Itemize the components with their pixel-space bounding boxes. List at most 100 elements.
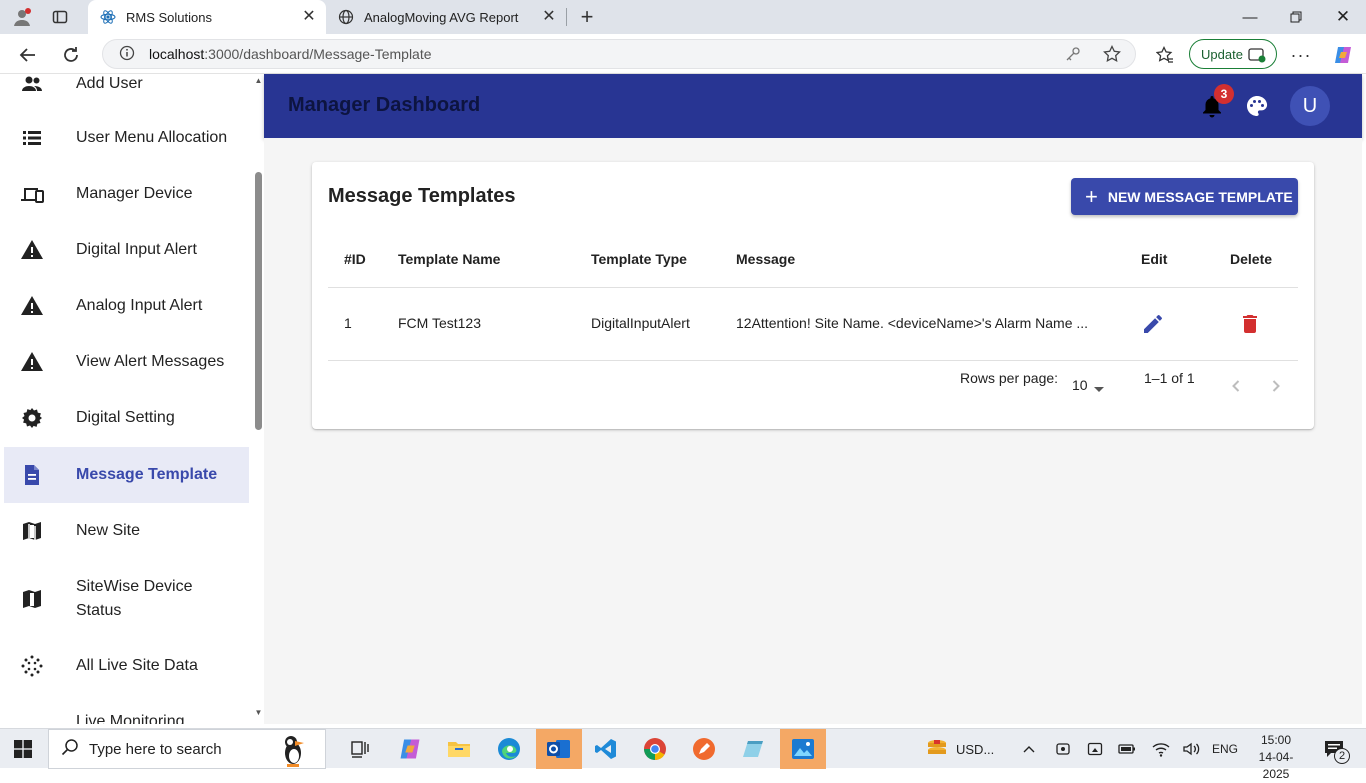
clock[interactable]: 15:00 14-04-2025 [1246, 732, 1306, 783]
sidebar-item-add-user[interactable]: Add User [4, 74, 249, 112]
tab-rms-solutions[interactable]: RMS Solutions ✕ [88, 0, 326, 34]
globe-icon [338, 9, 354, 25]
new-message-template-button[interactable]: + NEW MESSAGE TEMPLATE [1071, 178, 1298, 215]
meet-now-icon[interactable] [1055, 729, 1071, 769]
close-tab-icon[interactable]: ✕ [540, 8, 558, 26]
cell-template-name: FCM Test123 [398, 315, 481, 331]
delete-icon[interactable] [1238, 312, 1262, 341]
rows-per-page-label: Rows per page: [960, 370, 1059, 386]
sidebar-item-label-line2: Status [76, 602, 122, 619]
chrome-icon[interactable] [639, 733, 671, 765]
copilot-taskbar-icon[interactable] [394, 733, 426, 765]
scroll-up-icon[interactable]: ▲ [253, 76, 264, 85]
sidebar-item-view-alert-messages[interactable]: View Alert Messages [4, 334, 249, 390]
battery-icon[interactable] [1118, 729, 1136, 769]
edge-browser-icon[interactable] [493, 733, 525, 765]
column-header-template-name: Template Name [398, 251, 501, 267]
sidebar-item-label: Live Monitoring [76, 713, 185, 724]
sidebar: Add User User Menu Allocation Manager De… [4, 74, 264, 724]
sidebar-item-sitewise-device-status[interactable]: SiteWise Device Status [4, 559, 249, 639]
sidebar-scroll-thumb[interactable] [255, 172, 262, 430]
tab-analog-report[interactable]: AnalogMoving AVG Report ✕ [326, 0, 566, 34]
document-icon [20, 463, 44, 487]
show-hidden-icons[interactable] [1022, 729, 1036, 769]
sidebar-item-user-menu-allocation[interactable]: User Menu Allocation [4, 110, 249, 166]
avatar[interactable]: U [1290, 86, 1330, 126]
sidebar-item-manager-device[interactable]: Manager Device [4, 166, 249, 222]
edit-icon[interactable] [1141, 312, 1165, 341]
tab-title: RMS Solutions [126, 9, 212, 25]
notepad-app-icon[interactable] [737, 733, 769, 765]
url-host: localhost [149, 46, 205, 62]
tab-actions-icon[interactable] [49, 6, 71, 28]
notification-center-icon[interactable]: 2 [1324, 729, 1350, 769]
sidebar-item-digital-input-alert[interactable]: Digital Input Alert [4, 222, 249, 278]
card-title: Message Templates [328, 185, 516, 207]
update-label: Update [1201, 46, 1243, 62]
more-options-icon[interactable]: ··· [1288, 42, 1314, 68]
profile-icon[interactable] [11, 6, 33, 28]
volume-icon[interactable] [1182, 729, 1200, 769]
sidebar-scrollbar[interactable]: ▲ ▼ [253, 74, 264, 724]
url-field[interactable]: localhost:3000/dashboard/Message-Templat… [102, 39, 1136, 69]
column-header-delete: Delete [1230, 251, 1273, 267]
copilot-icon[interactable] [1330, 42, 1356, 68]
reload-icon[interactable] [58, 42, 84, 68]
sidebar-item-new-site[interactable]: New Site [4, 503, 249, 559]
column-header-id: #ID [344, 251, 366, 267]
rows-per-page-select[interactable]: 10 [1072, 377, 1112, 393]
photos-app-icon[interactable] [780, 729, 826, 769]
browser-tab-bar: RMS Solutions ✕ AnalogMoving AVG Report … [0, 0, 1366, 34]
sidebar-item-message-template[interactable]: Message Template [4, 447, 249, 503]
weather-text: USD... [956, 741, 995, 757]
restore-icon[interactable] [1273, 0, 1319, 34]
favorite-star-icon[interactable] [1103, 44, 1121, 66]
update-button[interactable]: Update [1189, 39, 1277, 69]
vscode-icon[interactable] [590, 733, 622, 765]
pen-app-icon[interactable] [688, 733, 720, 765]
language-indicator[interactable]: ENG [1212, 729, 1238, 769]
site-info-icon[interactable] [119, 45, 135, 64]
warning-icon [20, 238, 44, 262]
sidebar-item-all-live-site-data[interactable]: All Live Site Data [4, 638, 249, 694]
sidebar-item-analog-input-alert[interactable]: Analog Input Alert [4, 278, 249, 334]
sidebar-item-live-monitoring[interactable]: Live Monitoring [4, 694, 249, 724]
file-explorer-icon[interactable] [443, 733, 475, 765]
new-tab-icon[interactable]: + [576, 4, 598, 29]
people-icon [20, 74, 44, 96]
taskbar-search-input[interactable]: Type here to search [48, 729, 326, 769]
gear-icon [20, 406, 44, 430]
sidebar-item-label-line1: SiteWise Device [76, 578, 193, 595]
address-bar: localhost:3000/dashboard/Message-Templat… [0, 34, 1366, 74]
key-icon[interactable] [1065, 46, 1081, 65]
update-badge-icon [1248, 47, 1266, 66]
search-placeholder: Type here to search [89, 740, 222, 758]
close-window-icon[interactable]: ✕ [1320, 0, 1366, 34]
palette-icon[interactable] [1245, 94, 1269, 123]
windows-start-icon[interactable] [14, 740, 32, 763]
sidebar-item-digital-setting[interactable]: Digital Setting [4, 390, 249, 446]
close-tab-icon[interactable]: ✕ [300, 8, 318, 26]
url-path: :3000/dashboard/Message-Template [204, 46, 432, 62]
weather-widget[interactable]: USD... [926, 729, 994, 769]
cell-id: 1 [344, 315, 352, 331]
sidebar-item-label: View Alert Messages [76, 353, 225, 370]
favorites-icon[interactable] [1152, 42, 1178, 68]
next-page-icon[interactable] [1266, 376, 1286, 401]
sidebar-item-label: Add User [76, 75, 143, 92]
currency-stack-icon [926, 738, 948, 761]
app-bar: Manager Dashboard [264, 74, 1362, 138]
task-view-icon[interactable] [344, 733, 376, 765]
sidebar-item-label: User Menu Allocation [76, 129, 228, 146]
back-icon[interactable] [15, 42, 41, 68]
previous-page-icon[interactable] [1226, 376, 1246, 401]
sidebar-item-label: Message Template [76, 466, 218, 483]
scatter-icon [20, 654, 44, 678]
outlook-icon[interactable] [536, 729, 582, 769]
screen-capture-icon[interactable] [1087, 729, 1103, 769]
wifi-icon[interactable] [1152, 729, 1170, 769]
cell-template-type: DigitalInputAlert [591, 315, 690, 331]
search-icon [61, 738, 79, 760]
minimize-icon[interactable]: — [1227, 0, 1273, 34]
scroll-down-icon[interactable]: ▼ [253, 708, 264, 717]
